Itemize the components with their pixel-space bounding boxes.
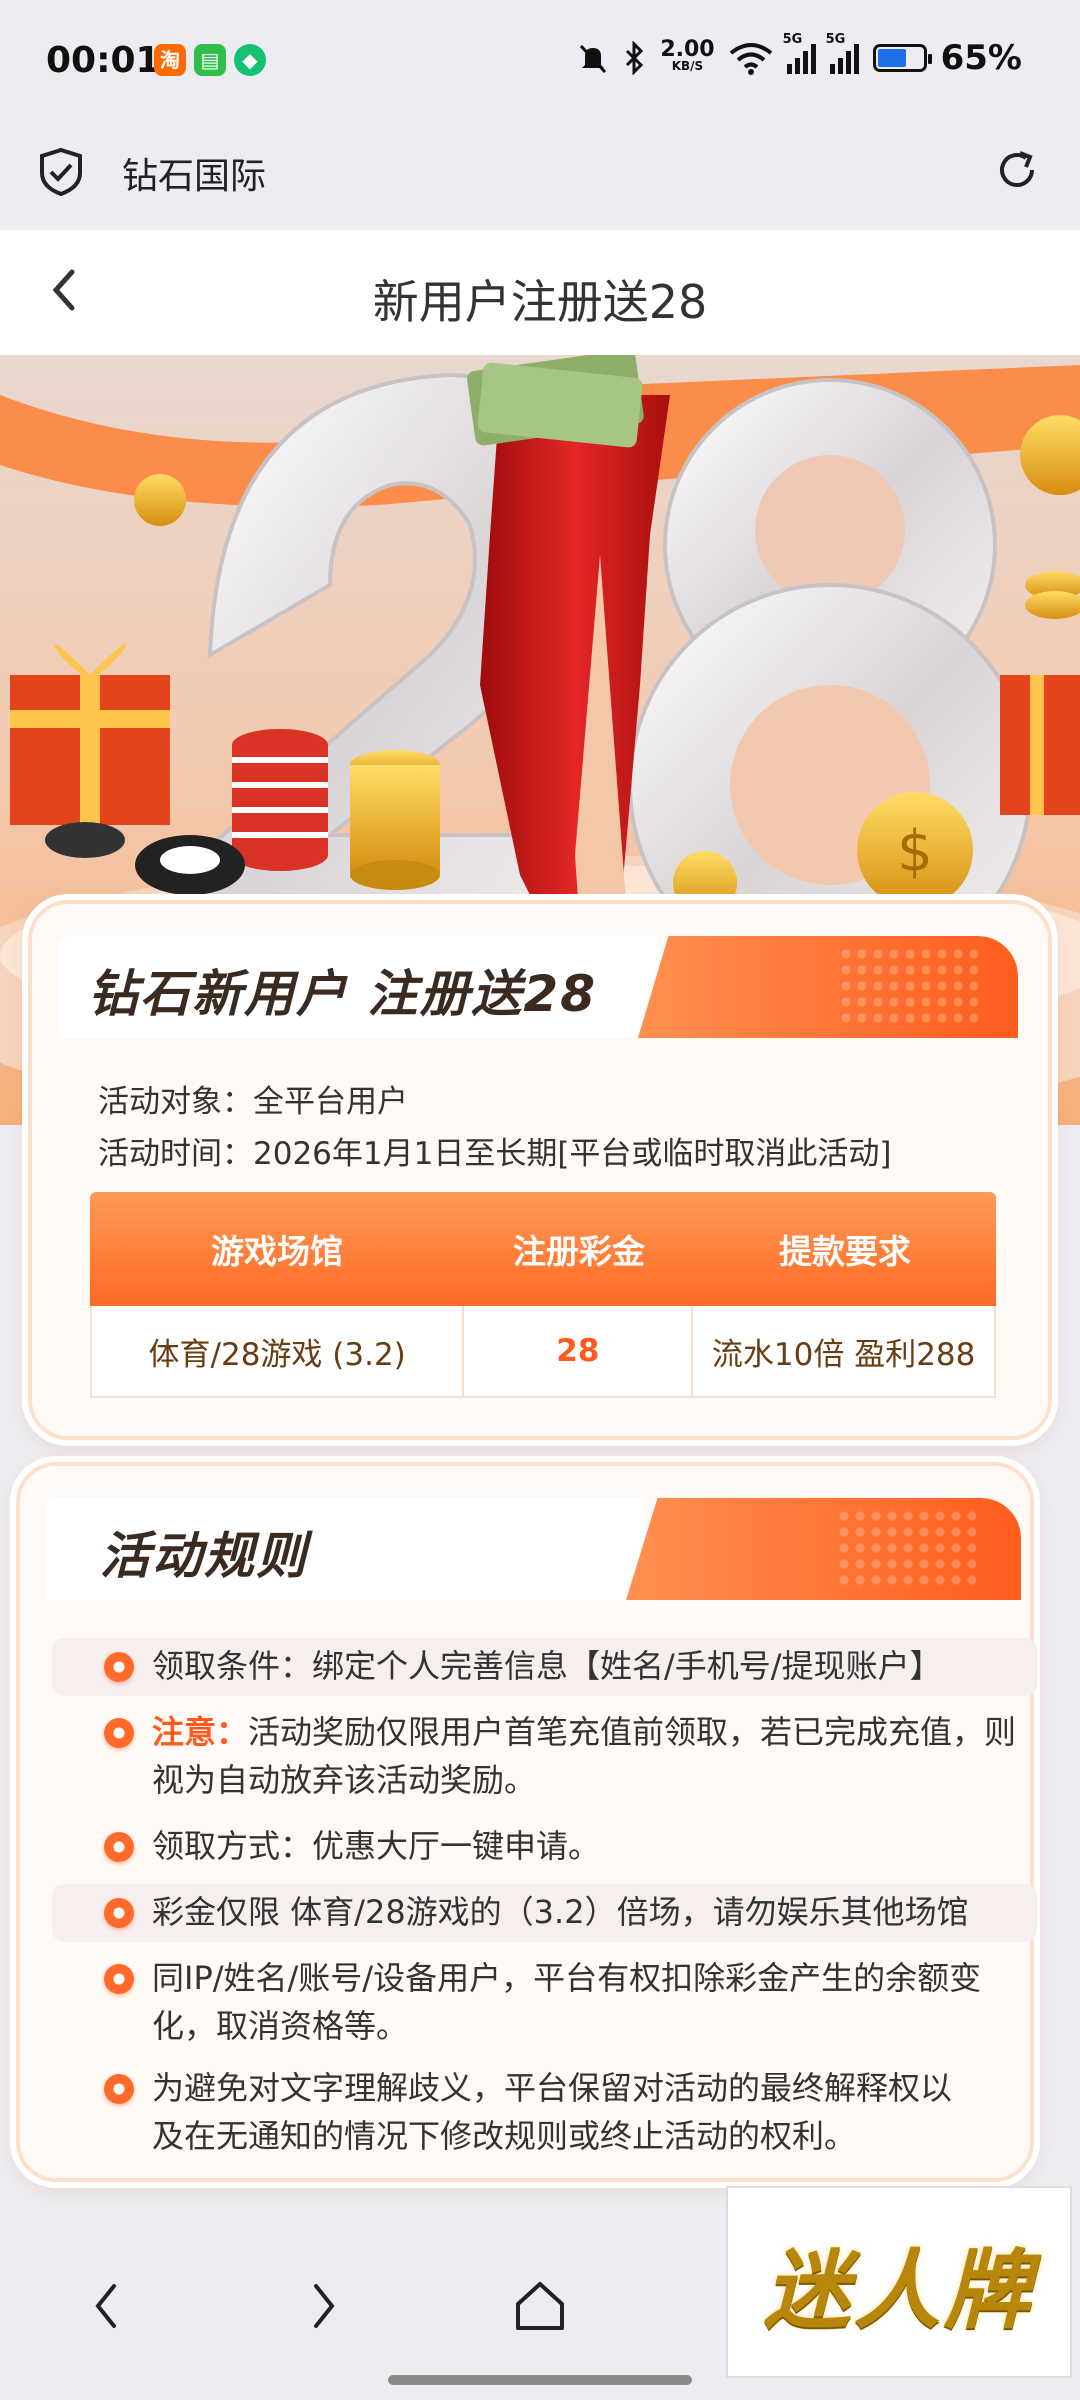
rules-card-header: 活动规则 bbox=[46, 1498, 1021, 1600]
message-app-icon: ▤ bbox=[194, 44, 226, 76]
rule-item: 为避免对文字理解歧义，平台保留对活动的最终解释权以及在无通知的情况下修改规则或终… bbox=[92, 2064, 972, 2160]
rule-text: 活动奖励仅限用户首笔充值前领取，若已完成充值，则视为自动放弃该活动奖励。 bbox=[152, 1713, 1017, 1799]
browser-address-bar: 钻石国际 bbox=[0, 125, 1080, 230]
signal-2: 5G bbox=[826, 32, 859, 74]
status-time: 00:01 bbox=[46, 40, 161, 81]
rule-item: 同IP/姓名/账号/设备用户，平台有权扣除彩金产生的余额变化，取消资格等。 bbox=[92, 1954, 1022, 2050]
site-title[interactable]: 钻石国际 bbox=[122, 147, 266, 199]
rule-item: 彩金仅限 体育/28游戏的（3.2）倍场，请勿娱乐其他场馆 bbox=[92, 1888, 1022, 1936]
signal-1-label: 5G bbox=[782, 32, 803, 47]
rule-item: 注意：活动奖励仅限用户首笔充值前领取，若已完成充值，则视为自动放弃该活动奖励。 bbox=[92, 1708, 1022, 1804]
battery-percent: 65% bbox=[940, 38, 1022, 78]
status-bar: 00:01 淘 ▤ ◆ 2.00 KB/S 5G 5G 65% bbox=[0, 0, 1080, 125]
rule-text: 领取方式：优惠大厅一键申请。 bbox=[152, 1827, 601, 1865]
cell-venue: 体育/28游戏 (3.2) bbox=[92, 1306, 465, 1396]
time-value: 2026年1月1日至长期[平台或临时取消此活动] bbox=[253, 1136, 892, 1172]
promo-card: 钻石新用户 注册送28 活动对象：全平台用户 活动时间：2026年1月1日至长期… bbox=[28, 900, 1052, 1440]
time-label: 活动时间： bbox=[98, 1136, 253, 1172]
bullet-icon bbox=[104, 1652, 134, 1682]
nav-back-icon[interactable] bbox=[78, 2276, 138, 2336]
page-header: 新用户注册送28 bbox=[0, 230, 1080, 355]
battery-fill bbox=[877, 49, 907, 67]
reload-icon[interactable] bbox=[992, 145, 1042, 195]
wifi-icon bbox=[729, 43, 772, 75]
time-line: 活动时间：2026年1月1日至长期[平台或临时取消此活动] bbox=[98, 1128, 892, 1173]
col-header-withdraw: 提款要求 bbox=[779, 1232, 911, 1271]
rule-note: 注意： bbox=[152, 1713, 249, 1751]
bullet-icon bbox=[104, 1832, 134, 1862]
col-header-bonus: 注册彩金 bbox=[513, 1232, 645, 1271]
taobao-app-icon: 淘 bbox=[154, 44, 186, 76]
mute-bell-icon bbox=[580, 44, 607, 74]
rule-text: 为避免对文字理解歧义，平台保留对活动的最终解释权以及在无通知的情况下修改规则或终… bbox=[152, 2069, 953, 2155]
rule-text: 彩金仅限 体育/28游戏的（3.2）倍场，请勿娱乐其他场馆 bbox=[152, 1893, 969, 1931]
nav-home-icon[interactable] bbox=[510, 2276, 570, 2336]
net-speed-value: 2.00 bbox=[660, 37, 715, 62]
rules-card: 活动规则 领取条件：绑定个人完善信息【姓名/手机号/提现账户】 注意：活动奖励仅… bbox=[16, 1462, 1037, 2182]
status-right: 2.00 KB/S 5G 5G 65% bbox=[576, 32, 1022, 78]
cell-withdraw: 流水10倍 盈利288 bbox=[711, 1336, 976, 1373]
network-speed: 2.00 KB/S bbox=[660, 37, 715, 74]
signal-1: 5G bbox=[783, 32, 816, 74]
bullet-icon bbox=[104, 1718, 134, 1748]
rule-item: 领取方式：优惠大厅一键申请。 bbox=[92, 1822, 1022, 1870]
bullet-icon bbox=[104, 1898, 134, 1928]
page-title: 新用户注册送28 bbox=[372, 275, 708, 329]
target-label: 活动对象： bbox=[98, 1084, 253, 1120]
signal-2-label: 5G bbox=[825, 32, 846, 47]
watermark-badge: 迷人牌 bbox=[726, 2186, 1072, 2378]
gesture-home-bar[interactable] bbox=[388, 2375, 692, 2385]
watermark-text: 迷人牌 bbox=[764, 2240, 1034, 2341]
security-shield-icon: ◆ bbox=[234, 44, 266, 76]
rule-item: 领取条件：绑定个人完善信息【姓名/手机号/提现账户】 bbox=[92, 1642, 1022, 1690]
promo-table: 游戏场馆 注册彩金 提款要求 体育/28游戏 (3.2) 28 流水10倍 盈利… bbox=[90, 1192, 996, 1398]
bullet-icon bbox=[104, 2074, 134, 2104]
target-value: 全平台用户 bbox=[253, 1084, 408, 1120]
col-header-venue: 游戏场馆 bbox=[211, 1232, 343, 1271]
bluetooth-icon bbox=[626, 41, 644, 75]
notification-icons: 淘 ▤ ◆ bbox=[154, 44, 266, 76]
site-security-icon[interactable] bbox=[38, 147, 84, 197]
battery-icon bbox=[872, 44, 932, 72]
bullet-icon bbox=[104, 1964, 134, 1994]
rules-heading: 活动规则 bbox=[100, 1527, 308, 1585]
promo-card-header: 钻石新用户 注册送28 bbox=[58, 936, 1018, 1038]
cell-bonus: 28 bbox=[464, 1306, 694, 1396]
rule-text: 同IP/姓名/账号/设备用户，平台有权扣除彩金产生的余额变化，取消资格等。 bbox=[152, 1959, 982, 2045]
svg-text:$: $ bbox=[897, 819, 933, 884]
nav-forward-icon[interactable] bbox=[292, 2276, 352, 2336]
promo-heading: 钻石新用户 注册送28 bbox=[88, 965, 597, 1023]
target-line: 活动对象：全平台用户 bbox=[98, 1076, 408, 1121]
rule-text: 领取条件：绑定个人完善信息【姓名/手机号/提现账户】 bbox=[152, 1647, 942, 1685]
promo-table-header: 游戏场馆 注册彩金 提款要求 bbox=[90, 1192, 996, 1306]
table-row: 体育/28游戏 (3.2) 28 流水10倍 盈利288 bbox=[90, 1306, 996, 1398]
